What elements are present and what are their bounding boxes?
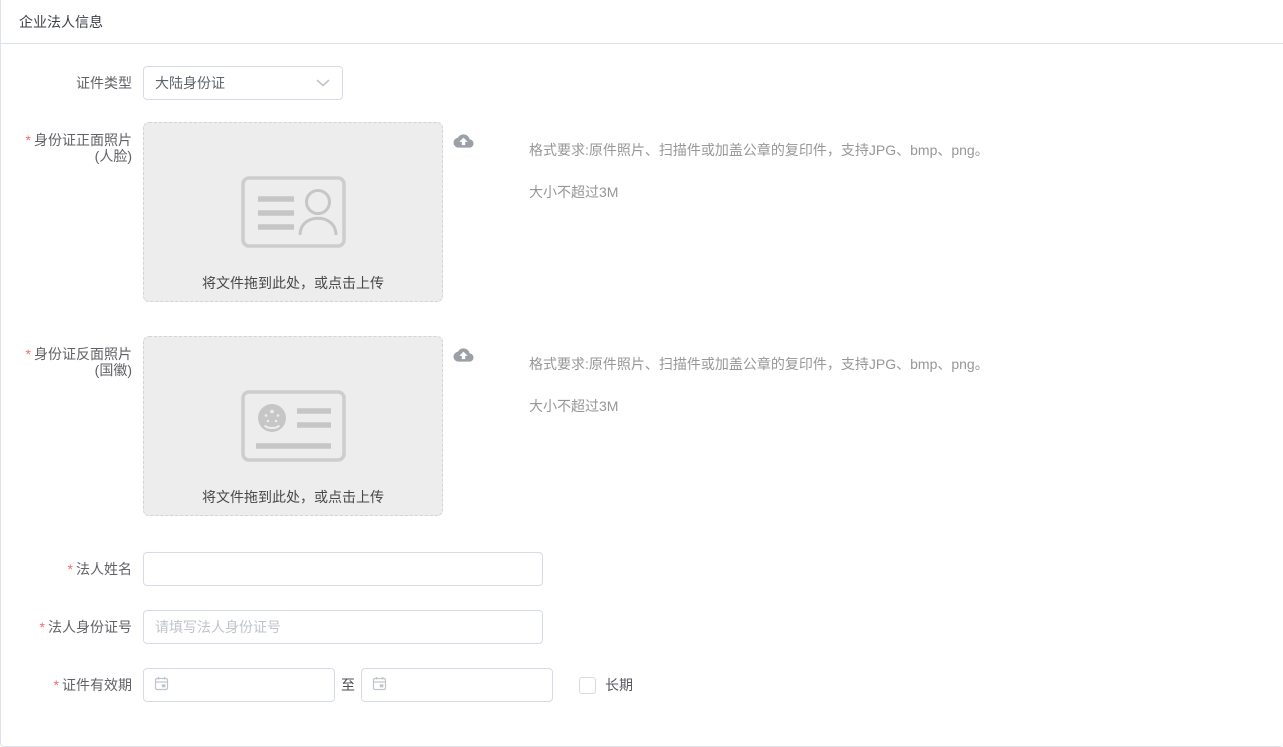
id-back-label: * 身份证反面照片 (国徽) [25,346,132,378]
validity-label: * 证件有效期 [53,677,132,693]
id-card-front-icon [240,176,346,251]
form-row-validity: * 证件有效期 至 长期 [1,668,1283,702]
legal-person-info-panel: 企业法人信息 证件类型 大陆身份证 * 身份证正面照片 (人脸) 将文件拖到此处… [0,0,1283,747]
form-row-legal-name: * 法人姓名 [1,552,1283,586]
long-term-checkbox[interactable] [579,676,596,694]
form-row-legal-id: * 法人身份证号 [1,610,1283,644]
cert-type-select[interactable]: 大陆身份证 [143,66,343,100]
required-mark: * [39,619,45,635]
legal-name-label: * 法人姓名 [67,561,132,577]
cert-type-selected-value: 大陆身份证 [155,75,225,91]
cloud-upload-icon[interactable] [453,345,474,365]
id-back-hints: 格式要求:原件照片、扫描件或加盖公章的复印件，支持JPG、bmp、png。 大小… [529,336,989,516]
legal-name-input[interactable] [143,552,543,586]
id-front-label: * 身份证正面照片 (人脸) [25,132,132,164]
calendar-icon [372,676,387,694]
required-mark: * [25,346,31,362]
long-term-checkbox-label[interactable]: 长期 [605,675,633,695]
id-front-hints: 格式要求:原件照片、扫描件或加盖公章的复印件，支持JPG、bmp、png。 大小… [529,122,989,302]
required-mark: * [53,677,59,693]
validity-end-date-input[interactable] [361,668,553,702]
id-front-dropzone[interactable]: 将文件拖到此处，或点击上传 [143,122,443,302]
size-hint: 大小不超过3M [529,398,619,414]
dropzone-text: 将文件拖到此处，或点击上传 [202,489,384,505]
legal-id-label: * 法人身份证号 [39,619,132,635]
dropzone-text: 将文件拖到此处，或点击上传 [202,275,384,291]
page-title: 企业法人信息 [19,13,103,30]
format-hint: 格式要求:原件照片、扫描件或加盖公章的复印件，支持JPG、bmp、png。 [529,356,989,372]
required-mark: * [67,561,73,577]
form-row-id-back: * 身份证反面照片 (国徽) 将文件拖到此处，或点击上传 格式要求:原件照片、扫… [1,336,1283,516]
chevron-down-icon [316,75,330,91]
size-hint: 大小不超过3M [529,184,619,200]
cert-type-label: 证件类型 [76,75,132,91]
validity-start-date-input[interactable] [143,668,335,702]
cloud-upload-icon[interactable] [453,131,474,151]
validity-separator: 至 [341,677,355,693]
format-hint: 格式要求:原件照片、扫描件或加盖公章的复印件，支持JPG、bmp、png。 [529,142,989,158]
form-row-id-front: * 身份证正面照片 (人脸) 将文件拖到此处，或点击上传 格式要求:原件照片、扫… [1,122,1283,302]
id-card-back-icon [240,390,346,465]
form-row-cert-type: 证件类型 大陆身份证 [1,66,1283,100]
long-term-checkbox-wrap: 长期 [579,668,633,702]
id-back-dropzone[interactable]: 将文件拖到此处，或点击上传 [143,336,443,516]
legal-id-input[interactable] [143,610,543,644]
panel-header: 企业法人信息 [1,0,1283,44]
required-mark: * [25,132,31,148]
calendar-icon [154,676,169,694]
legal-person-form: 证件类型 大陆身份证 * 身份证正面照片 (人脸) 将文件拖到此处，或点击上传 … [1,44,1283,702]
